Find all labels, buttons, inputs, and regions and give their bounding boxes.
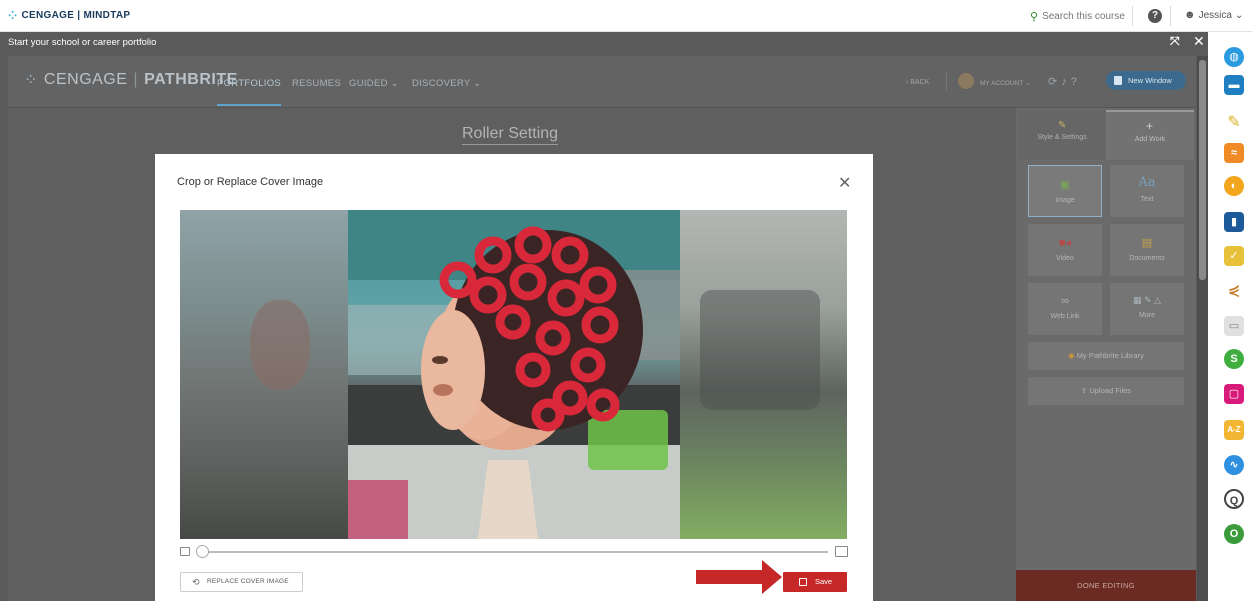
globe-icon[interactable]: ◍ bbox=[1224, 47, 1244, 67]
divider bbox=[946, 72, 947, 90]
link-icon: ∞ bbox=[1061, 295, 1069, 307]
tile-label: Web Link bbox=[1050, 313, 1080, 320]
modal-title: Crop or Replace Cover Image bbox=[177, 176, 324, 188]
crop-area[interactable] bbox=[180, 210, 847, 539]
search-course-label: Search this course bbox=[1042, 11, 1125, 22]
tile-label: Text bbox=[1140, 196, 1154, 203]
pathbrite-logo-prefix: CENGAGE bbox=[43, 71, 128, 88]
sync-icon[interactable]: ⟳ bbox=[1048, 76, 1061, 88]
help-icon[interactable]: ? bbox=[1148, 9, 1162, 23]
close-window-icon[interactable]: ✕ bbox=[1193, 33, 1205, 50]
rss-icon[interactable]: ≈ bbox=[1224, 143, 1244, 163]
save-icon bbox=[799, 578, 807, 586]
image-icon: ▣ bbox=[1059, 179, 1071, 191]
plus-icon: + bbox=[1146, 119, 1154, 133]
add-video-tile[interactable]: ■◂ Video bbox=[1028, 224, 1102, 276]
bell-icon[interactable]: ♪ bbox=[1061, 76, 1071, 88]
briefcase-icon[interactable]: ▬ bbox=[1224, 75, 1244, 95]
nav-discovery[interactable]: DISCOVERY ⌄ bbox=[412, 78, 482, 89]
cover-image-crop-window[interactable] bbox=[348, 210, 680, 539]
header-icons: ⟳♪? bbox=[1048, 75, 1081, 88]
pencil-icon: ✎ bbox=[1058, 120, 1067, 131]
tile-label: More bbox=[1139, 312, 1155, 319]
video-icon: ■◂ bbox=[1058, 237, 1072, 249]
logo-divider: | bbox=[133, 71, 139, 88]
chat-icon[interactable]: ▭ bbox=[1224, 316, 1244, 336]
page-title[interactable]: Roller Setting bbox=[462, 125, 559, 145]
user-icon: ☻ bbox=[1184, 9, 1196, 21]
user-name: Jessica bbox=[1198, 9, 1232, 21]
tab-style-settings[interactable]: ✎ Style & Settings bbox=[1018, 110, 1106, 160]
search-course-link[interactable]: ⚲ Search this course bbox=[1030, 10, 1125, 23]
library-icon: ◉ bbox=[1068, 351, 1075, 360]
user-menu[interactable]: ☻ Jessica ⌄ bbox=[1184, 9, 1243, 21]
my-account-menu[interactable]: MY ACCOUNT ⌄ bbox=[980, 79, 1030, 87]
cengage-logo-icon: ⁘ bbox=[8, 10, 18, 22]
active-nav-indicator bbox=[217, 104, 281, 106]
add-more-tile[interactable]: ▦ ✎ △ More bbox=[1110, 283, 1184, 335]
search-icon: ⚲ bbox=[1030, 11, 1039, 23]
share-icon[interactable]: ⋞ bbox=[1224, 281, 1244, 301]
refresh-icon: ⟲ bbox=[192, 577, 200, 587]
scrollbar-thumb[interactable] bbox=[1199, 60, 1206, 280]
tab-add-work[interactable]: + Add Work bbox=[1106, 110, 1194, 160]
tab-style-label: Style & Settings bbox=[1037, 134, 1087, 141]
more-apps-icon: ▦ ✎ △ bbox=[1133, 295, 1161, 305]
back-link[interactable]: ‹ BACK bbox=[906, 79, 929, 86]
annotation-arrow bbox=[696, 570, 764, 584]
az-icon[interactable]: A-Z bbox=[1224, 420, 1244, 440]
annotation-arrow-head bbox=[762, 560, 782, 594]
zoom-slider-handle[interactable] bbox=[196, 545, 209, 558]
image-overflow-right bbox=[680, 210, 847, 539]
ring-icon[interactable]: O bbox=[1224, 524, 1244, 544]
nav-portfolios[interactable]: PORTFOLIOS bbox=[217, 78, 281, 89]
nav-resumes[interactable]: RESUMES bbox=[292, 78, 341, 89]
image-overflow-left bbox=[180, 210, 348, 539]
add-image-tile[interactable]: ▣ Image bbox=[1028, 165, 1102, 217]
notes-icon[interactable]: ✓ bbox=[1224, 246, 1244, 266]
screen-icon[interactable]: ▢ bbox=[1224, 384, 1244, 404]
pencil-icon[interactable]: ✎ bbox=[1224, 113, 1244, 133]
pathbrite-library-button[interactable]: ◉ My Pathbrite Library bbox=[1028, 342, 1184, 370]
chevron-down-icon: ⌄ bbox=[1234, 9, 1244, 21]
upload-files-button[interactable]: ⇪ Upload Files bbox=[1028, 377, 1184, 405]
upload-icon: ⇪ bbox=[1080, 386, 1088, 395]
mindtap-logo[interactable]: ⁘ CENGAGE | MINDTAP bbox=[8, 9, 130, 22]
library-label: My Pathbrite Library bbox=[1076, 351, 1144, 360]
window-title: Start your school or career portfolio bbox=[8, 37, 157, 48]
circle-app-icon[interactable]: ◐ bbox=[1224, 176, 1244, 196]
mannequin-photo bbox=[348, 210, 680, 539]
document-icon bbox=[1114, 76, 1122, 85]
divider bbox=[1132, 6, 1133, 26]
tile-label: Documents bbox=[1129, 255, 1165, 262]
s-app-icon[interactable]: S bbox=[1224, 349, 1244, 369]
pathbrite-logo[interactable]: ⁘ CENGAGE | PATHBRITE bbox=[24, 70, 238, 90]
tile-label: Video bbox=[1056, 255, 1074, 262]
zoom-slider[interactable] bbox=[204, 551, 828, 553]
tile-label: Image bbox=[1055, 197, 1075, 204]
text-icon: Aa bbox=[1138, 175, 1156, 190]
avatar[interactable] bbox=[958, 73, 974, 89]
book-icon[interactable]: ▮ bbox=[1224, 212, 1244, 232]
help-icon[interactable]: ? bbox=[1071, 76, 1081, 88]
done-editing-button[interactable]: DONE EDITING bbox=[1016, 570, 1196, 601]
save-button[interactable]: Save bbox=[783, 572, 847, 592]
add-web-link-tile[interactable]: ∞ Web Link bbox=[1028, 283, 1102, 335]
upload-label: Upload Files bbox=[1089, 386, 1132, 395]
wave-icon[interactable]: ∿ bbox=[1224, 455, 1244, 475]
zoom-in-icon bbox=[835, 546, 848, 557]
expand-icon[interactable]: ⤧ bbox=[1170, 34, 1180, 49]
nav-guided[interactable]: GUIDED ⌄ bbox=[349, 78, 399, 89]
close-icon[interactable]: ✕ bbox=[838, 173, 851, 193]
zoom-out-icon bbox=[180, 547, 190, 556]
document-icon: ▤ bbox=[1141, 237, 1153, 249]
mindtap-logo-text: CENGAGE | MINDTAP bbox=[21, 10, 131, 21]
divider bbox=[1170, 6, 1171, 26]
add-text-tile[interactable]: Aa Text bbox=[1110, 165, 1184, 217]
search-app-icon[interactable]: Q bbox=[1224, 489, 1244, 509]
tab-add-label: Add Work bbox=[1134, 136, 1166, 143]
add-documents-tile[interactable]: ▤ Documents bbox=[1110, 224, 1184, 276]
cengage-logo-icon: ⁘ bbox=[24, 72, 38, 89]
